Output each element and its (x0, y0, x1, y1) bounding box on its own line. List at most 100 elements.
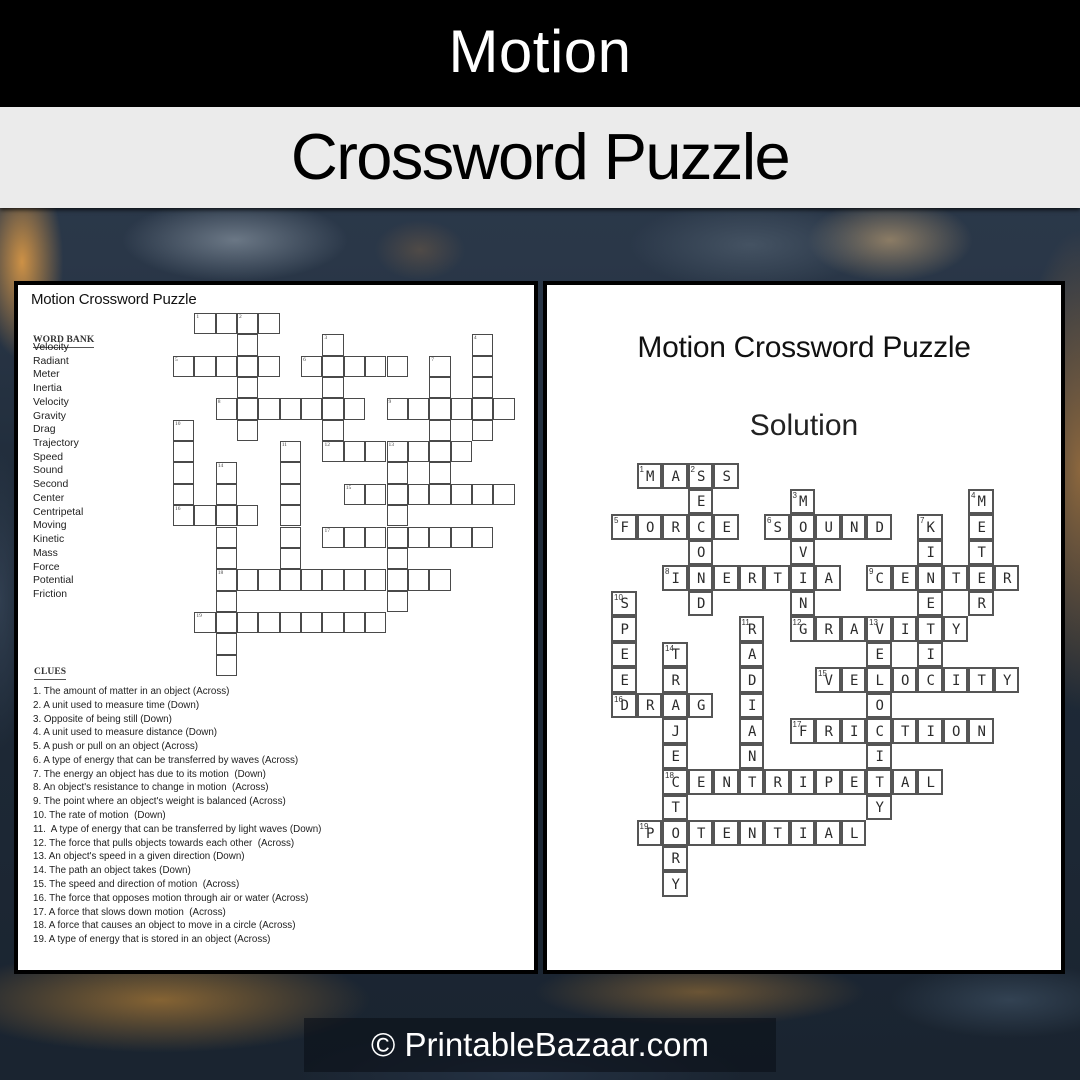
clue-item: 3. Opposite of being still (Down) (33, 713, 172, 725)
cell-letter: E (722, 519, 731, 536)
solution-cell: I (942, 667, 968, 693)
solution-cell: J (662, 718, 688, 744)
cell-letter: E (901, 570, 910, 587)
clue-item: 19. A type of energy that is stored in a… (33, 934, 271, 946)
solution-cell: C (687, 514, 713, 540)
puzzle-cell (386, 483, 408, 506)
cell-letter: C (697, 519, 706, 536)
solution-cell: T (891, 718, 917, 744)
puzzle-cell (407, 483, 430, 506)
puzzle-cell: 4 (471, 334, 494, 356)
solution-cell: T (866, 769, 892, 795)
puzzle-cell: 5 (173, 355, 195, 378)
puzzle-page-title: Motion Crossword Puzzle (31, 291, 197, 308)
cell-letter: R (646, 698, 655, 715)
cell-letter: E (722, 570, 731, 587)
clue-number: 10 (175, 420, 181, 427)
word-bank-item: Gravity (33, 410, 66, 422)
clue-item: 5. A push or pull on an object (Across) (33, 741, 199, 753)
cell-letter: Y (875, 800, 884, 817)
cell-letter: V (875, 621, 884, 638)
puzzle-cell (407, 441, 430, 463)
solution-cell: I (866, 743, 892, 769)
solution-cell: 19 P (636, 820, 662, 846)
puzzle-cell (386, 462, 408, 484)
solution-cell: E (968, 514, 994, 540)
puzzle-cell (365, 441, 387, 463)
cell-letter: I (748, 698, 757, 715)
clue-number: 2 (239, 314, 242, 320)
puzzle-cell (429, 377, 451, 399)
cell-letter: R (671, 519, 680, 536)
solution-cell: T (687, 820, 713, 846)
cell-letter: S (722, 468, 731, 485)
puzzle-cell (322, 355, 344, 378)
cell-letter: N (850, 519, 859, 536)
puzzle-cell: 3 (322, 334, 344, 356)
solution-cell: R (815, 616, 841, 642)
cell-letter: L (850, 825, 859, 842)
puzzle-cell (386, 569, 408, 591)
solution-cell: N (917, 565, 943, 591)
solution-cell: E (687, 488, 713, 514)
puzzle-cell (279, 526, 302, 548)
solution-cell: R (662, 514, 688, 540)
product-preview: Motion Crossword Puzzle Motion Crossword… (0, 0, 1080, 1080)
cell-letter: N (748, 749, 757, 766)
word-bank-item: Friction (33, 588, 68, 600)
puzzle-cell (237, 611, 259, 634)
clue-number: 8 (217, 399, 221, 406)
word-bank-item: Radiant (33, 355, 69, 367)
puzzle-cell: 16 (173, 505, 195, 527)
word-bank-item: Speed (33, 451, 64, 463)
clue-number: 18 (217, 570, 224, 577)
puzzle-cell (343, 611, 366, 634)
solution-cell: R (993, 565, 1019, 591)
cell-letter: T (977, 545, 986, 562)
puzzle-cell (322, 419, 344, 442)
solution-cell: T (764, 565, 790, 591)
puzzle-cell (450, 441, 472, 463)
puzzle-cell: 13 (386, 441, 408, 463)
cell-letter: I (926, 545, 935, 562)
solution-cell: P (815, 769, 841, 795)
solution-cell: D (738, 667, 764, 693)
cell-letter: A (824, 825, 833, 842)
puzzle-cell (258, 398, 280, 420)
solution-cell: 2S (687, 463, 713, 489)
solution-cell: A (840, 616, 866, 642)
puzzle-page: Motion Crossword Puzzle WORD BANK Veloci… (14, 281, 538, 974)
cell-letter: I (926, 647, 935, 664)
solution-cell: R (662, 667, 688, 693)
solution-cell: I (917, 539, 943, 565)
cell-letter: E (722, 825, 731, 842)
solution-cell: T (968, 539, 994, 565)
solution-cell: C (866, 718, 892, 744)
solution-cell: E (611, 667, 637, 693)
cell-letter: I (901, 621, 910, 638)
clue-item: 18. A force that causes an object to mov… (33, 920, 296, 932)
solution-cell: L (866, 667, 892, 693)
clue-item: 9. The point where an object's weight is… (33, 796, 286, 808)
cell-letter: E (697, 774, 706, 791)
solution-cell: O (636, 514, 662, 540)
solution-cell: E (840, 769, 866, 795)
solution-heading: Solution (749, 409, 859, 442)
cell-letter: E (977, 519, 986, 536)
solution-cell: 6S (764, 514, 790, 540)
cell-letter: S (697, 468, 706, 485)
puzzle-cell (237, 334, 259, 356)
solution-cell: T (764, 820, 790, 846)
clue-number: 11 (281, 442, 288, 449)
cell-letter: J (671, 723, 680, 740)
banner-title: Motion (448, 17, 632, 85)
clue-number: 16 (175, 506, 181, 513)
cell-letter: A (748, 723, 757, 740)
clue-number: 12 (324, 442, 330, 449)
cell-letter: I (671, 570, 680, 587)
puzzle-cell: 11 (279, 441, 302, 463)
puzzle-cell (215, 547, 238, 570)
solution-cell: 13 V (866, 616, 892, 642)
puzzle-cell (279, 483, 302, 506)
puzzle-cell (301, 611, 323, 634)
